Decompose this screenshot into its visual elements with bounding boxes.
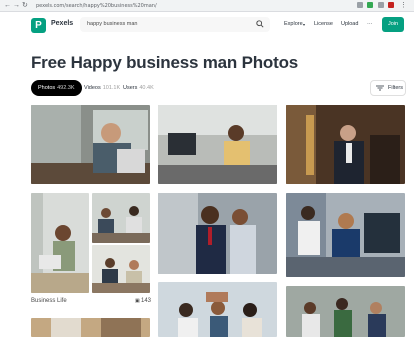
photo-image bbox=[92, 245, 150, 293]
photo-image bbox=[158, 193, 277, 274]
extension-icon[interactable] bbox=[357, 2, 363, 8]
extension-icon[interactable] bbox=[367, 2, 373, 8]
browser-toolbar: ← → ↻ pexels.com/search/happy%20business… bbox=[0, 0, 414, 12]
reload-icon[interactable]: ↻ bbox=[22, 2, 28, 10]
collection-name[interactable]: Business Life bbox=[31, 298, 67, 304]
photo-image bbox=[31, 318, 150, 337]
search-input[interactable]: happy business man bbox=[80, 17, 270, 32]
tab-count: 492.3K bbox=[57, 85, 75, 91]
pexels-logo[interactable]: P bbox=[31, 18, 46, 33]
photo-image bbox=[92, 193, 150, 243]
photo-woman-laptop[interactable] bbox=[31, 193, 89, 293]
site-header: P Pexels happy business man Explore ▾ Li… bbox=[0, 12, 414, 40]
photo-man-phone-desk[interactable] bbox=[158, 105, 277, 184]
photo-image bbox=[286, 105, 405, 184]
chevron-down-icon: ▾ bbox=[303, 22, 306, 27]
photo-office-desk[interactable] bbox=[92, 245, 150, 293]
logo-text[interactable]: Pexels bbox=[51, 20, 73, 27]
more-icon[interactable]: ··· bbox=[367, 21, 373, 27]
profile-icon[interactable] bbox=[388, 2, 394, 8]
photo-business-couple[interactable] bbox=[158, 193, 277, 274]
tab-photos[interactable]: Photos 492.3K bbox=[31, 80, 82, 96]
filter-icon bbox=[376, 85, 384, 91]
nav-upload[interactable]: Upload bbox=[341, 21, 358, 27]
nav-explore[interactable]: Explore bbox=[284, 21, 303, 27]
page-title: Free Happy business man Photos bbox=[31, 53, 299, 72]
photo-image bbox=[158, 105, 277, 184]
forward-icon[interactable]: → bbox=[13, 2, 20, 10]
photo-image bbox=[286, 286, 405, 337]
collection-icon: ▣ bbox=[135, 298, 140, 304]
search-value: happy business man bbox=[87, 21, 138, 27]
tab-users[interactable]: Users 40.4K bbox=[123, 80, 154, 96]
tab-count: 101.1K bbox=[102, 85, 121, 91]
photo-high-five-team[interactable] bbox=[158, 282, 277, 337]
search-icon[interactable] bbox=[256, 20, 264, 28]
collection-count: 143 bbox=[141, 298, 152, 304]
photo-image bbox=[286, 193, 405, 277]
photo-woman-headset-desk[interactable] bbox=[286, 193, 405, 277]
filters-button[interactable]: Filters bbox=[370, 80, 406, 96]
photo-celebrating-man[interactable] bbox=[286, 105, 405, 184]
photo-team-meeting[interactable] bbox=[92, 193, 150, 243]
photo-image bbox=[31, 193, 89, 293]
photo-image bbox=[158, 282, 277, 337]
photo-man-laptop-office[interactable] bbox=[31, 105, 150, 184]
photo-image bbox=[31, 105, 150, 184]
nav-license[interactable]: License bbox=[314, 21, 333, 27]
tab-label: Videos bbox=[84, 85, 101, 91]
tab-videos[interactable]: Videos 101.1K bbox=[84, 80, 120, 96]
extension-icon[interactable] bbox=[378, 2, 384, 8]
back-icon[interactable]: ← bbox=[4, 2, 11, 10]
join-button[interactable]: Join bbox=[382, 17, 404, 32]
photo-team-fist-bump[interactable] bbox=[286, 286, 405, 337]
address-bar[interactable]: pexels.com/search/happy%20business%20man… bbox=[36, 2, 336, 10]
tab-label: Users bbox=[123, 85, 138, 91]
tab-label: Photos bbox=[38, 85, 56, 91]
photo-partial-bottom-left[interactable] bbox=[31, 318, 150, 337]
menu-icon[interactable]: ⋮ bbox=[400, 2, 407, 10]
filters-label: Filters bbox=[388, 85, 403, 91]
tab-count: 40.4K bbox=[139, 85, 154, 91]
